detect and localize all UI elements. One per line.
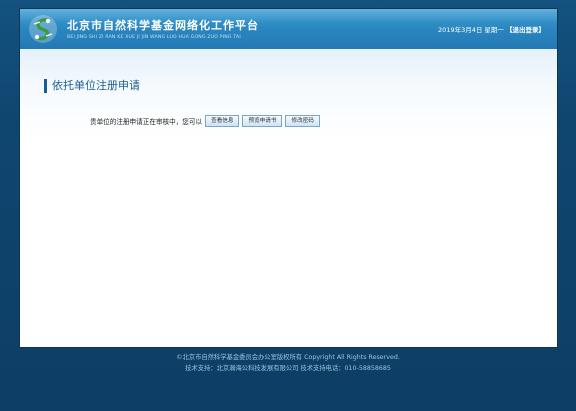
status-message: 贵单位的注册申请正在审核中，您可以 xyxy=(90,118,203,126)
content-area: 依托单位注册申请 贵单位的注册申请正在审核中，您可以 查看信息 预览申请书 修改… xyxy=(20,49,557,347)
support-text: 技术支持：北京瀚海公科技发展有限公司 技术支持电话：010-58858685 xyxy=(185,365,391,372)
page-title: 依托单位注册申请 xyxy=(44,79,140,93)
current-date: 2019年3月4日 星期一 xyxy=(438,26,504,34)
site-subtitle: BEI JING SHI ZI RAN KE XUE JI JIN WANG L… xyxy=(67,35,241,40)
status-row: 贵单位的注册申请正在审核中，您可以 查看信息 预览申请书 修改密码 xyxy=(90,115,323,127)
logout-link[interactable]: 【退出登录】 xyxy=(506,26,545,34)
site-title: 北京市自然科学基金网络化工作平台 xyxy=(67,19,259,32)
science-foundation-logo-icon xyxy=(29,15,57,43)
change-password-button[interactable]: 修改密码 xyxy=(285,115,320,127)
view-info-button[interactable]: 查看信息 xyxy=(205,115,240,127)
page: 北京市自然科学基金网络化工作平台 BEI JING SHI ZI RAN KE … xyxy=(0,0,576,411)
preview-application-button[interactable]: 预览申请书 xyxy=(242,115,283,127)
header-date-area: 2019年3月4日 星期一 【退出登录】 xyxy=(438,24,545,34)
copyright-text: ©北京市自然科学基金委员会办公室版权所有 Copyright All Right… xyxy=(176,354,400,361)
site-header: 北京市自然科学基金网络化工作平台 BEI JING SHI ZI RAN KE … xyxy=(20,9,557,49)
site-footer: ©北京市自然科学基金委员会办公室版权所有 Copyright All Right… xyxy=(0,352,576,374)
main-frame: 北京市自然科学基金网络化工作平台 BEI JING SHI ZI RAN KE … xyxy=(20,9,557,347)
